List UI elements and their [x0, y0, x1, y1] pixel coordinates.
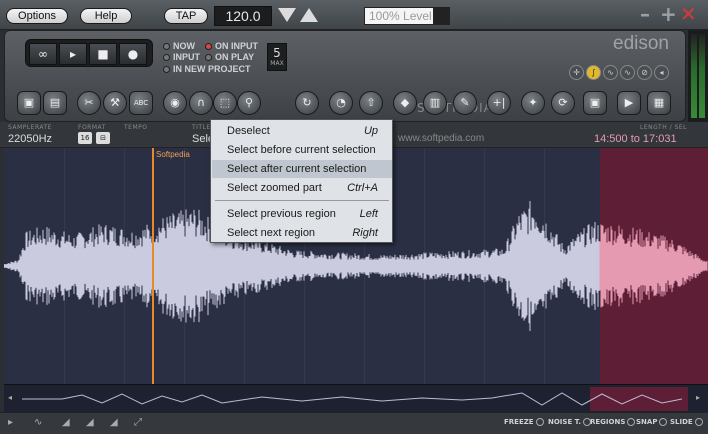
- maximize-icon[interactable]: +: [660, 4, 677, 24]
- format-bits-icon[interactable]: 16: [78, 132, 92, 144]
- top-bar: Options Help TAP 120.0 100% Level – + ✕: [0, 0, 708, 30]
- tempo-down-icon[interactable]: [278, 8, 296, 22]
- regions-toggle[interactable]: REGIONS: [590, 418, 636, 426]
- record-on-play-option[interactable]: ON PLAY: [205, 52, 254, 62]
- spectrum-icon[interactable]: ∿: [620, 65, 635, 80]
- equalizer-icon[interactable]: ▥: [423, 91, 447, 115]
- samplerate-label: SAMPLERATE: [8, 124, 52, 131]
- undo-icon[interactable]: ↻: [295, 91, 319, 115]
- marker-label[interactable]: Softpedia: [156, 150, 190, 159]
- url-watermark: www.softpedia.com: [398, 133, 485, 144]
- overview-scrollbar[interactable]: ◂ ▸: [4, 384, 708, 412]
- help-button[interactable]: Help: [80, 8, 132, 24]
- triangle-icon[interactable]: ◢: [62, 417, 70, 428]
- pen-icon[interactable]: ✎: [453, 91, 477, 115]
- level-indicator: [433, 8, 449, 24]
- tempo-field[interactable]: 120.0: [214, 6, 272, 26]
- loop-button[interactable]: ∞: [29, 43, 57, 65]
- resize-icon[interactable]: ⤢: [134, 417, 142, 428]
- minimize-icon[interactable]: –: [640, 4, 650, 24]
- menu-item-deselect[interactable]: Deselect Up: [212, 122, 392, 140]
- tempo-up-icon[interactable]: [300, 8, 318, 22]
- mute-icon[interactable]: ⊘: [637, 65, 652, 80]
- record-button[interactable]: ●: [119, 43, 147, 65]
- pin-icon[interactable]: ✦: [521, 91, 545, 115]
- max-value: 5: [273, 46, 281, 60]
- record-now-option[interactable]: NOW: [163, 41, 195, 51]
- max-label: MAX: [270, 60, 284, 67]
- menu-item-select-before[interactable]: Select before current selection: [212, 141, 392, 159]
- format-label: FORMAT: [78, 124, 106, 131]
- title-label: TITLE: [192, 124, 211, 131]
- main-panel: ∞ ▸ ■ ● NOW INPUT IN NEW PROJECT ON INPU…: [4, 30, 686, 122]
- selection-time-range: 14:500 to 17:031: [594, 133, 677, 145]
- document-icon[interactable]: ▤: [43, 91, 67, 115]
- drop-icon[interactable]: ◆: [393, 91, 417, 115]
- text-icon[interactable]: ABC: [129, 91, 153, 115]
- edit-mode-icon[interactable]: ∫: [586, 65, 601, 80]
- tempo-label: TEMPO: [124, 124, 148, 131]
- tap-button[interactable]: TAP: [164, 8, 208, 24]
- save-add-icon[interactable]: ▣: [583, 91, 607, 115]
- menu-item-select-zoomed[interactable]: Select zoomed part Ctrl+A: [212, 179, 392, 197]
- menu-item-select-next-region[interactable]: Select next region Right: [212, 224, 392, 242]
- menu-item-select-previous-region[interactable]: Select previous region Left: [212, 205, 392, 223]
- select-icon[interactable]: ⬚: [213, 91, 237, 115]
- level-field[interactable]: 100% Level: [364, 7, 450, 25]
- mode-icons: ✛ ∫ ∿ ∿ ⊘ ◂: [569, 65, 671, 80]
- tools-icon[interactable]: ⚒: [103, 91, 127, 115]
- meter-left: [691, 34, 697, 118]
- cut-icon[interactable]: ✂: [77, 91, 101, 115]
- max-takes-field[interactable]: 5 MAX: [267, 43, 287, 71]
- close-icon[interactable]: ✕: [680, 4, 697, 24]
- meter-right: [699, 34, 705, 118]
- snap-toggle[interactable]: SNAP: [636, 418, 668, 426]
- wave-mode-icon[interactable]: ∿: [34, 417, 42, 428]
- magnet-icon[interactable]: ∩: [189, 91, 213, 115]
- marker-icon[interactable]: +|: [487, 91, 511, 115]
- samplerate-value: 22050Hz: [8, 133, 53, 145]
- slide-toggle[interactable]: SLIDE: [670, 418, 703, 426]
- volume-icon[interactable]: ◂: [654, 65, 669, 80]
- overview-waveform: [22, 392, 682, 406]
- stop-button[interactable]: ■: [89, 43, 117, 65]
- record-new-project-option[interactable]: IN NEW PROJECT: [163, 64, 251, 74]
- options-button[interactable]: Options: [6, 8, 68, 24]
- wave-icon[interactable]: ∿: [603, 65, 618, 80]
- calculator-icon[interactable]: ▦: [647, 91, 671, 115]
- transport-controls: ∞ ▸ ■ ●: [25, 39, 153, 67]
- record-on-input-option[interactable]: ON INPUT: [205, 41, 258, 51]
- save-icon[interactable]: ▣: [17, 91, 41, 115]
- status-bar: ▸ ∿ ◢ ◢ ◢ ⤢ FREEZE NOISE T. REGIONS SNAP…: [0, 412, 708, 434]
- menu-item-select-after[interactable]: Select after current selection: [212, 160, 392, 178]
- region-marker[interactable]: [152, 148, 154, 384]
- rocket-icon[interactable]: ⇧: [359, 91, 383, 115]
- refresh-icon[interactable]: ⟳: [551, 91, 575, 115]
- selection-context-menu: Deselect Up Select before current selecti…: [210, 119, 393, 243]
- triangle-alt-icon[interactable]: ◢: [86, 417, 94, 428]
- noise-toggle[interactable]: NOISE T.: [548, 418, 592, 426]
- edison-logo: edison: [613, 33, 669, 54]
- crosshair-icon[interactable]: ✛: [569, 65, 584, 80]
- zoom-icon[interactable]: ⚲: [237, 91, 261, 115]
- export-icon[interactable]: ▶: [617, 91, 641, 115]
- scroll-left-icon[interactable]: ◂: [8, 393, 12, 402]
- freeze-toggle[interactable]: FREEZE: [504, 418, 544, 426]
- level-text: 100% Level: [369, 9, 432, 23]
- play-button[interactable]: ▸: [59, 43, 87, 65]
- play-small-icon[interactable]: ▸: [8, 417, 13, 428]
- level-meters: [688, 30, 708, 122]
- menu-separator: [215, 200, 389, 201]
- scroll-right-icon[interactable]: ▸: [696, 393, 700, 402]
- triangle-off-icon[interactable]: ◢: [110, 417, 118, 428]
- gauge-icon[interactable]: ◔: [329, 91, 353, 115]
- eye-icon[interactable]: ◉: [163, 91, 187, 115]
- record-input-option[interactable]: INPUT: [163, 52, 200, 62]
- length-label: LENGTH / SEL: [640, 124, 688, 131]
- format-channels-icon[interactable]: ⊟: [96, 132, 110, 144]
